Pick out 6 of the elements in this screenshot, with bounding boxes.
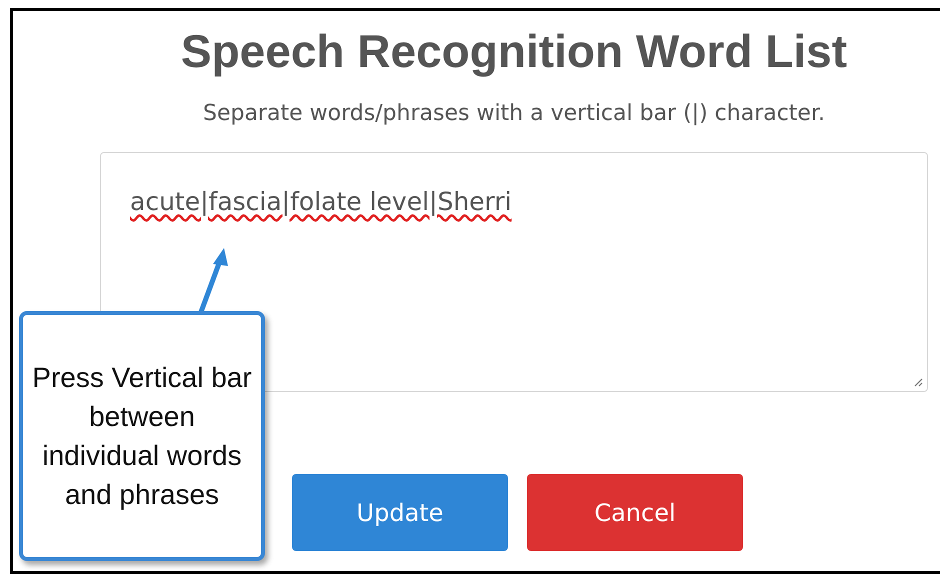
instructions-text: Separate words/phrases with a vertical bar (|) character. xyxy=(202,100,825,128)
page-title: Speech Recognition Word List xyxy=(180,25,848,77)
action-button[interactable]: Cancel xyxy=(527,474,743,551)
action-button[interactable]: Update xyxy=(292,474,508,551)
field-value: acute|fascia|folate level|Sherri xyxy=(130,187,512,216)
resize-handle-icon[interactable] xyxy=(913,377,923,387)
